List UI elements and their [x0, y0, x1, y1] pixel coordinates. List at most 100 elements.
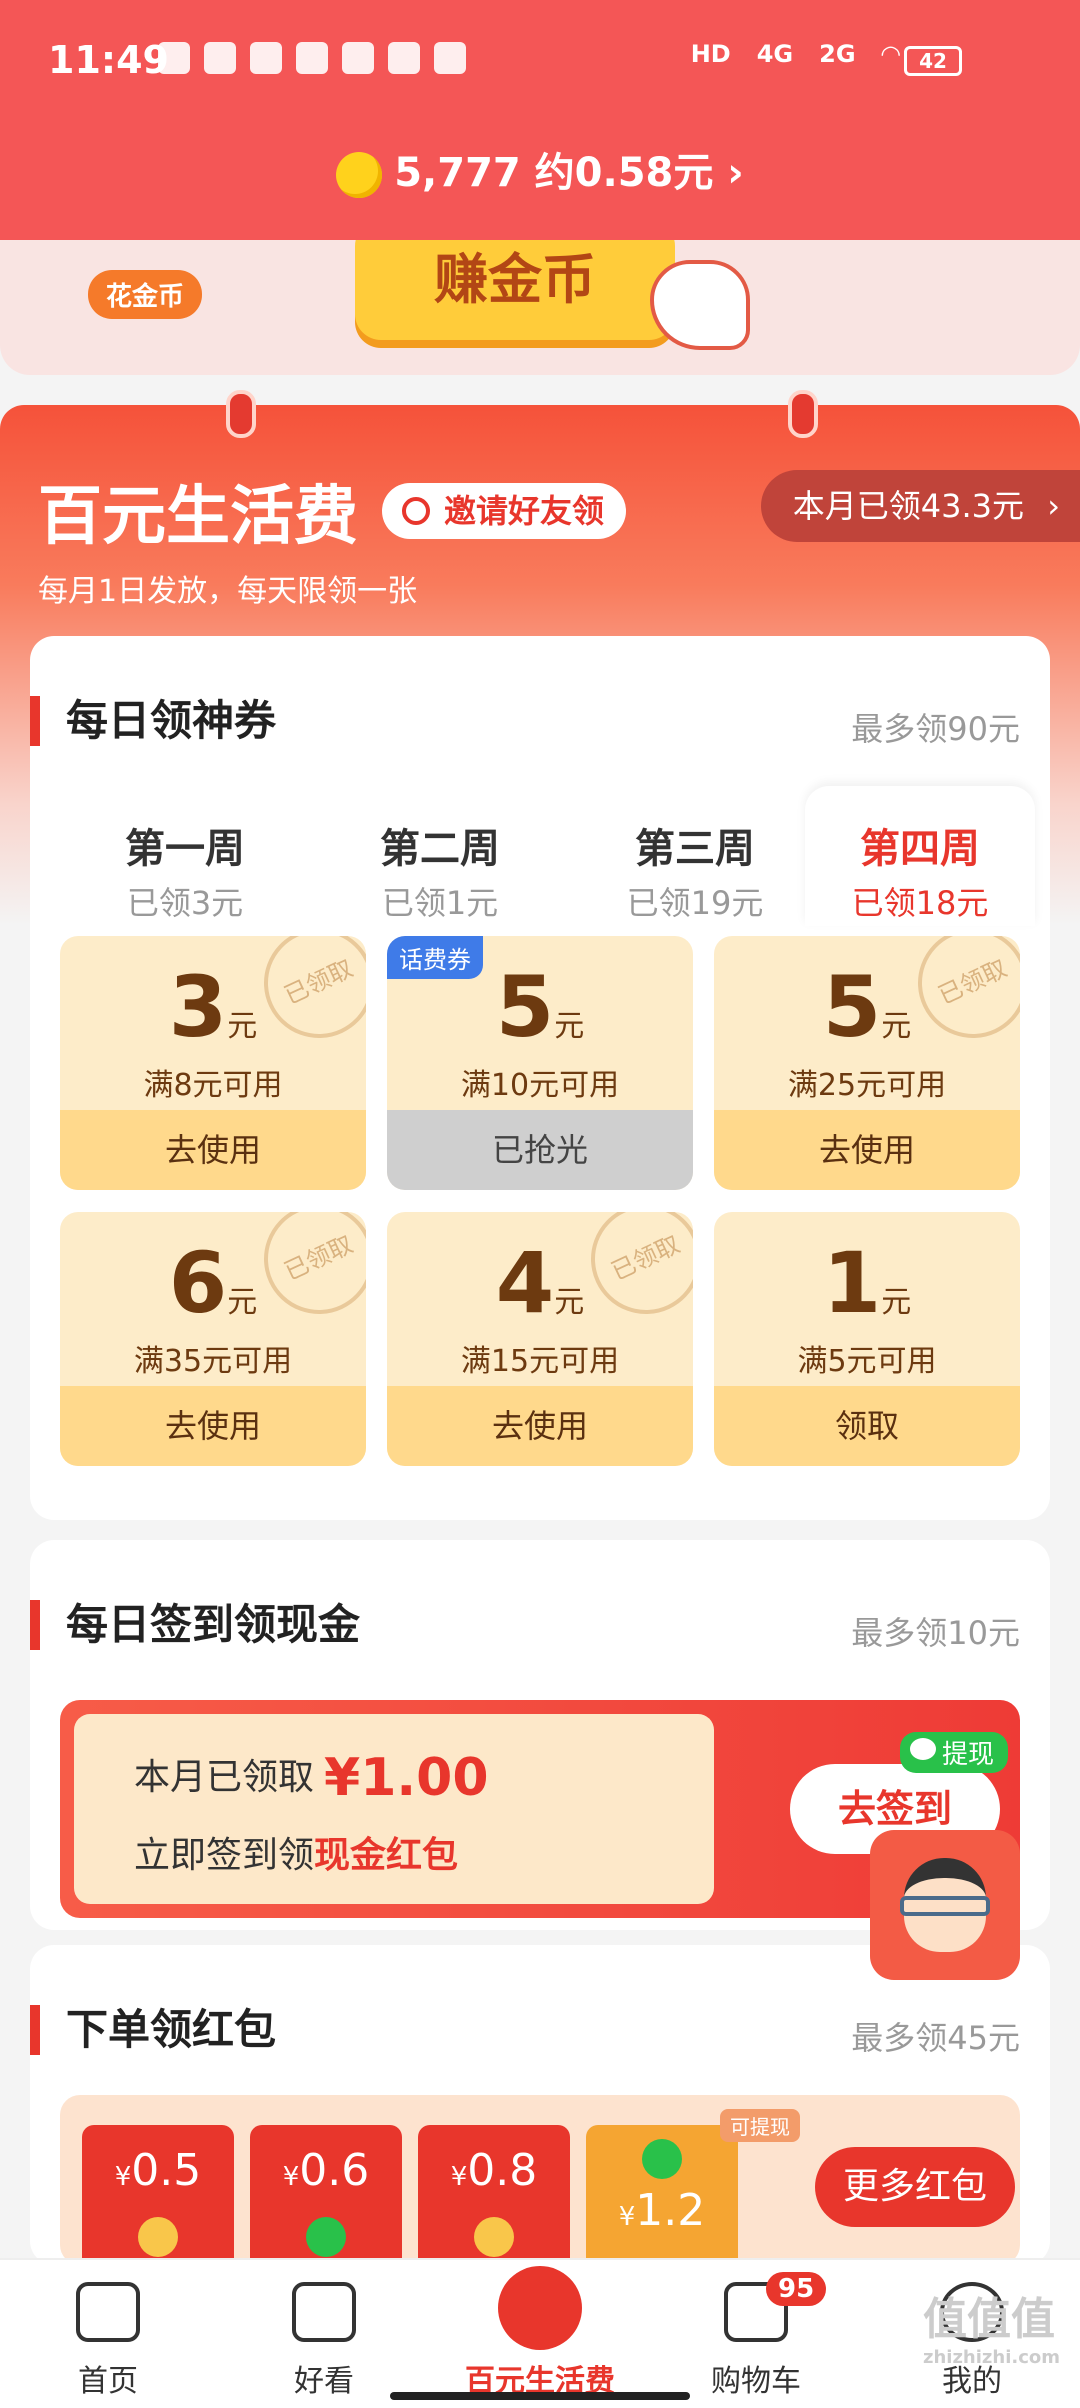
- amount-value: 5: [495, 958, 555, 1056]
- amount-value: 5: [822, 958, 882, 1056]
- page-title: 百元生活费: [38, 480, 358, 554]
- pin-decoration: [226, 390, 256, 438]
- packet-amount: 0.8: [467, 2145, 538, 2196]
- coupon-condition: 满5元可用: [797, 1344, 937, 1379]
- wifi-icon: ◠: [881, 40, 900, 68]
- coin-icon: [336, 152, 383, 198]
- week-received: 已领18元: [851, 884, 989, 922]
- pin-decoration: [788, 390, 818, 438]
- watermark: 值值值 zhizhizhi.com: [923, 2283, 1060, 2368]
- withdraw-label: 提现: [942, 1740, 995, 1770]
- cart-count-badge: 95: [766, 2272, 827, 2306]
- coupon-amount: 4元: [387, 1234, 693, 1332]
- coupon-condition: 满15元可用: [460, 1344, 620, 1379]
- coin-balance-text: 5,777 约0.58元 ›: [394, 150, 744, 196]
- video-icon: [292, 2282, 356, 2342]
- coupon-amount: 5元: [387, 958, 693, 1056]
- amount-value: 3: [168, 958, 228, 1056]
- coupon-amount: 1元: [714, 1234, 1020, 1332]
- withdrawable-tag: 可提现: [720, 2109, 800, 2142]
- amount-unit: 元: [554, 1285, 585, 1320]
- app-icon: [388, 42, 420, 74]
- coin-seal-icon: [138, 2217, 178, 2257]
- packet-amount: 0.6: [299, 2145, 370, 2196]
- packet-amount: 1.2: [635, 2185, 706, 2236]
- red-packet[interactable]: ¥0.6: [250, 2125, 402, 2265]
- week-tabs: 第一周 已领3元 第二周 已领1元 第三周 已领19元 第四周 已领18元: [30, 786, 1050, 926]
- bottom-navigation: 首页 好看 百元生活费 95 购物车 我的 值值值 zhizhizhi.com: [0, 2258, 1080, 2408]
- nav-cart[interactable]: 95 购物车: [648, 2260, 864, 2408]
- coupon-card: 话费券 5元 满10元可用 已抢光: [387, 936, 693, 1190]
- invite-friends-button[interactable]: 邀请好友领: [382, 483, 627, 539]
- packet-value: ¥0.6: [250, 2145, 402, 2196]
- tab-week-4[interactable]: 第四周 已领18元: [805, 786, 1035, 926]
- watermark-url: zhizhizhi.com: [922, 2347, 1060, 2368]
- hd-icon: HD: [690, 40, 731, 68]
- customer-service-avatar[interactable]: [870, 1830, 1020, 1980]
- amount-unit: 元: [881, 1285, 912, 1320]
- nav-video[interactable]: 好看: [216, 2260, 432, 2408]
- app-icon: [296, 42, 328, 74]
- earn-coins-banner[interactable]: 花金币 赚金币: [0, 240, 1080, 375]
- packet-value: ¥1.2: [586, 2185, 738, 2236]
- notification-icons: [158, 42, 466, 74]
- amount-unit: 元: [227, 1009, 258, 1044]
- week-name: 第四周: [860, 826, 980, 872]
- section-title: 下单领红包: [30, 2005, 276, 2055]
- coin-balance[interactable]: 5,777 约0.58元 ›: [0, 140, 1080, 198]
- month-received-button[interactable]: 本月已领43.3元 ›: [760, 470, 1080, 542]
- tab-week-3[interactable]: 第三周 已领19元: [580, 786, 810, 926]
- daily-coupons-card: 每日领神券 最多领90元 第一周 已领3元 第二周 已领1元 第三周 已领19元…: [30, 636, 1050, 1520]
- claim-coupon-button[interactable]: 领取: [714, 1386, 1020, 1466]
- chevron-right-icon: ›: [1047, 487, 1060, 525]
- coupon-condition: 满10元可用: [460, 1068, 620, 1103]
- clock: 11:49: [48, 38, 169, 82]
- home-indicator[interactable]: [390, 2392, 690, 2400]
- wechat-icon: [910, 1738, 936, 1760]
- status-bar: 11:49 HD 4G 2G ◠ 42: [0, 0, 1080, 120]
- red-packet[interactable]: ¥0.5: [82, 2125, 234, 2265]
- use-coupon-button[interactable]: 去使用: [714, 1110, 1020, 1190]
- use-coupon-button[interactable]: 去使用: [387, 1386, 693, 1466]
- nav-living-allowance[interactable]: 百元生活费: [432, 2260, 648, 2408]
- amount-unit: 元: [227, 1285, 258, 1320]
- earn-coins-button[interactable]: 赚金币: [355, 240, 675, 340]
- red-packet[interactable]: ¥1.2: [586, 2125, 738, 2265]
- battery-icon: 42: [904, 46, 962, 76]
- panel-subtitle: 每月1日发放，每天限领一张: [38, 574, 418, 609]
- amount-value: 6: [168, 1234, 228, 1332]
- signin-info: 本月已领取 ¥1.00 立即签到领现金红包: [74, 1714, 714, 1904]
- coupon-condition: 满8元可用: [143, 1068, 283, 1103]
- amount-value: 4: [495, 1234, 555, 1332]
- packet-value: ¥0.8: [418, 2145, 570, 2196]
- coupon-card: 已领取 3元 满8元可用 去使用: [60, 936, 366, 1190]
- currency-sign: ¥: [450, 2162, 468, 2192]
- use-coupon-button[interactable]: 去使用: [60, 1386, 366, 1466]
- app-icon: [204, 42, 236, 74]
- coupon-condition: 满35元可用: [133, 1344, 293, 1379]
- tab-week-2[interactable]: 第二周 已领1元: [325, 786, 555, 926]
- week-received: 已领1元: [381, 884, 499, 922]
- coupon-card: 1元 满5元可用 领取: [714, 1212, 1020, 1466]
- app-icon: [250, 42, 282, 74]
- wechat-seal-icon: [306, 2217, 346, 2257]
- wechat-seal-icon: [642, 2139, 682, 2179]
- coupon-amount: 3元: [60, 958, 366, 1056]
- nav-home[interactable]: 首页: [0, 2260, 216, 2408]
- signal-2g-icon: 2G: [819, 40, 856, 68]
- invite-label: 邀请好友领: [444, 492, 605, 530]
- nav-label: 首页: [78, 2364, 138, 2399]
- red-packet[interactable]: ¥0.8: [418, 2125, 570, 2265]
- home-icon: [76, 2282, 140, 2342]
- sold-out-button: 已抢光: [387, 1110, 693, 1190]
- coupon-condition: 满25元可用: [787, 1068, 947, 1103]
- glasses-icon: [900, 1896, 990, 1916]
- system-indicators: HD 4G 2G ◠: [691, 40, 900, 68]
- tab-week-1[interactable]: 第一周 已领3元: [70, 786, 300, 926]
- use-coupon-button[interactable]: 去使用: [60, 1110, 366, 1190]
- prompt-highlight: 现金红包: [314, 1835, 459, 1876]
- more-red-packets-button[interactable]: 更多红包: [815, 2147, 1015, 2227]
- spend-coins-tag[interactable]: 花金币: [88, 270, 203, 319]
- amount-unit: 元: [881, 1009, 912, 1044]
- section-title: 每日领神券: [30, 696, 276, 746]
